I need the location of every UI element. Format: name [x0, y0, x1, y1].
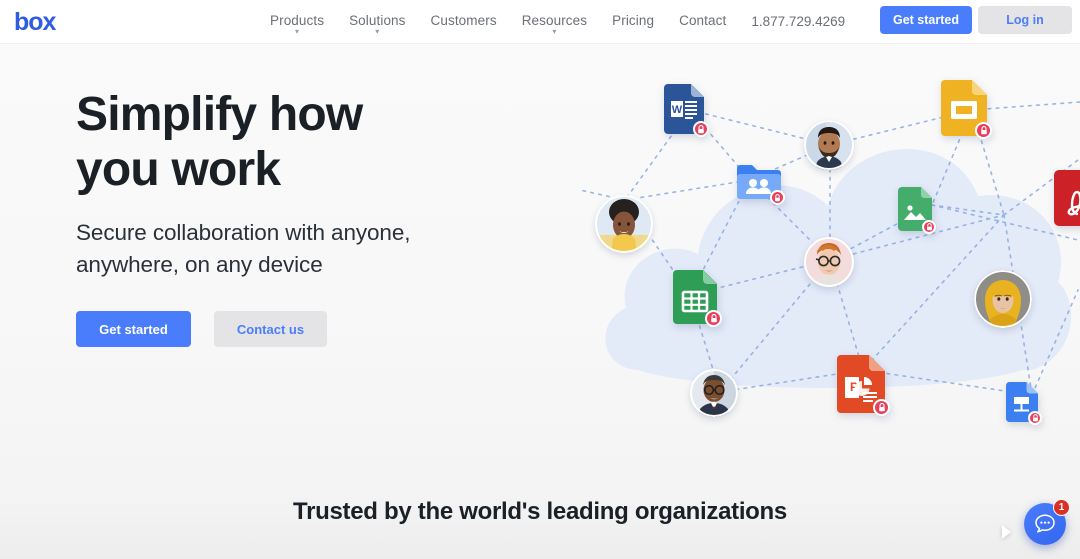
node-pdf-document[interactable]	[1054, 170, 1080, 226]
nav-item-label: Solutions	[349, 13, 406, 28]
nav-login-button[interactable]: Log in	[978, 6, 1072, 34]
avatar-ring	[595, 195, 653, 253]
node-google-slides[interactable]	[941, 80, 992, 139]
lock-badge-icon	[922, 220, 936, 234]
avatar-ring	[804, 237, 854, 287]
node-avatar-woman-scarf[interactable]	[974, 270, 1032, 328]
hero-subheading: Secure collaboration with anyone, anywhe…	[76, 217, 596, 281]
hero-section: Simplify how you work Secure collaborati…	[76, 88, 596, 348]
nav-get-started-button[interactable]: Get started	[880, 6, 972, 34]
nav-item-label: Products	[270, 13, 325, 28]
google-slides-icon[interactable]	[941, 80, 992, 139]
svg-text:box: box	[14, 9, 57, 35]
lock-badge-icon	[1028, 411, 1042, 425]
node-avatar-man-glasses[interactable]	[804, 237, 854, 287]
headline-line-1: Simplify how	[76, 88, 363, 141]
word-document-icon[interactable]: W	[664, 84, 709, 137]
nav-item-label: Resources	[521, 13, 588, 28]
subhead-line-2: anywhere, on any device	[76, 252, 323, 278]
chat-open-button[interactable]: 1	[1024, 499, 1070, 545]
box-logo-icon: box	[14, 9, 58, 35]
hero-cta-group: Get started Contact us	[76, 311, 596, 348]
node-powerpoint-document[interactable]: P	[837, 355, 890, 416]
node-avatar-man-beard[interactable]	[804, 120, 854, 170]
lock-badge-icon	[693, 121, 709, 137]
chevron-down-icon: ▾	[294, 27, 300, 36]
nav-item-label: Customers	[430, 13, 497, 28]
nav-phone-number[interactable]: 1.877.729.4269	[751, 14, 845, 29]
page-title: Simplify how you work	[76, 88, 596, 197]
trusted-section: Trusted by the world's leading organizat…	[0, 498, 1080, 526]
hero-contact-us-button[interactable]: Contact us	[214, 311, 327, 348]
nav-item-pricing[interactable]: Pricing	[612, 13, 654, 30]
nav-item-products[interactable]: Products ▾	[270, 13, 325, 36]
nav-item-customers[interactable]: Customers	[431, 13, 497, 30]
image-file-icon[interactable]	[898, 187, 936, 234]
trusted-title: Trusted by the world's leading organizat…	[293, 498, 787, 525]
headline-line-2: you work	[76, 142, 281, 196]
hero-get-started-button[interactable]: Get started	[76, 311, 191, 348]
avatar-ring	[690, 369, 738, 417]
nav-links: Products ▾ Solutions ▾ Customers Resourc…	[270, 13, 845, 36]
lock-badge-icon	[705, 310, 722, 327]
subhead-line-1: Secure collaboration with anyone,	[76, 220, 411, 246]
powerpoint-document-icon[interactable]: P	[837, 355, 890, 416]
node-google-sheets[interactable]	[673, 270, 722, 327]
avatar-ring	[804, 120, 854, 170]
avatar-man-beard[interactable]	[804, 120, 854, 170]
chat-pointer-icon	[1002, 525, 1011, 539]
pdf-document-icon[interactable]	[1054, 170, 1080, 226]
nav-item-contact[interactable]: Contact	[679, 13, 726, 30]
nav-item-label: Contact	[679, 13, 727, 28]
chat-widget[interactable]: 1	[1002, 499, 1070, 545]
avatar-man-glasses[interactable]	[804, 237, 854, 287]
hero-illustration: W P	[580, 40, 1080, 480]
avatar-woman-scarf[interactable]	[974, 270, 1032, 328]
shared-folder-icon[interactable]	[737, 163, 785, 205]
chevron-down-icon: ▾	[375, 27, 380, 36]
node-avatar-man-suit[interactable]	[690, 369, 738, 417]
nav-item-solutions[interactable]: Solutions ▾	[349, 13, 406, 36]
chevron-down-icon: ▾	[552, 27, 557, 36]
chat-unread-badge: 1	[1053, 499, 1070, 516]
avatar-ring	[974, 270, 1032, 328]
nav-actions: Get started Log in	[880, 6, 1072, 34]
lock-badge-icon	[873, 399, 890, 416]
node-google-drawings[interactable]	[1006, 382, 1042, 425]
node-shared-folder[interactable]	[737, 163, 785, 205]
lock-badge-icon	[770, 190, 785, 205]
nav-item-label: Pricing	[612, 13, 655, 28]
node-word-document[interactable]: W	[664, 84, 709, 137]
google-sheets-icon[interactable]	[673, 270, 722, 327]
chat-bubble-icon	[1035, 514, 1055, 533]
box-logo[interactable]: box	[10, 5, 70, 39]
node-avatar-woman-curly[interactable]	[595, 195, 653, 253]
avatar-man-suit[interactable]	[690, 369, 738, 417]
svg-text:W: W	[672, 104, 683, 116]
top-navigation-bar: box Products ▾ Solutions ▾ Customers Res…	[0, 0, 1080, 44]
nav-item-resources[interactable]: Resources ▾	[521, 13, 588, 36]
lock-badge-icon	[975, 122, 992, 139]
node-image-file[interactable]	[898, 187, 936, 234]
avatar-woman-curly[interactable]	[595, 195, 653, 253]
google-drawings-icon[interactable]	[1006, 382, 1042, 425]
